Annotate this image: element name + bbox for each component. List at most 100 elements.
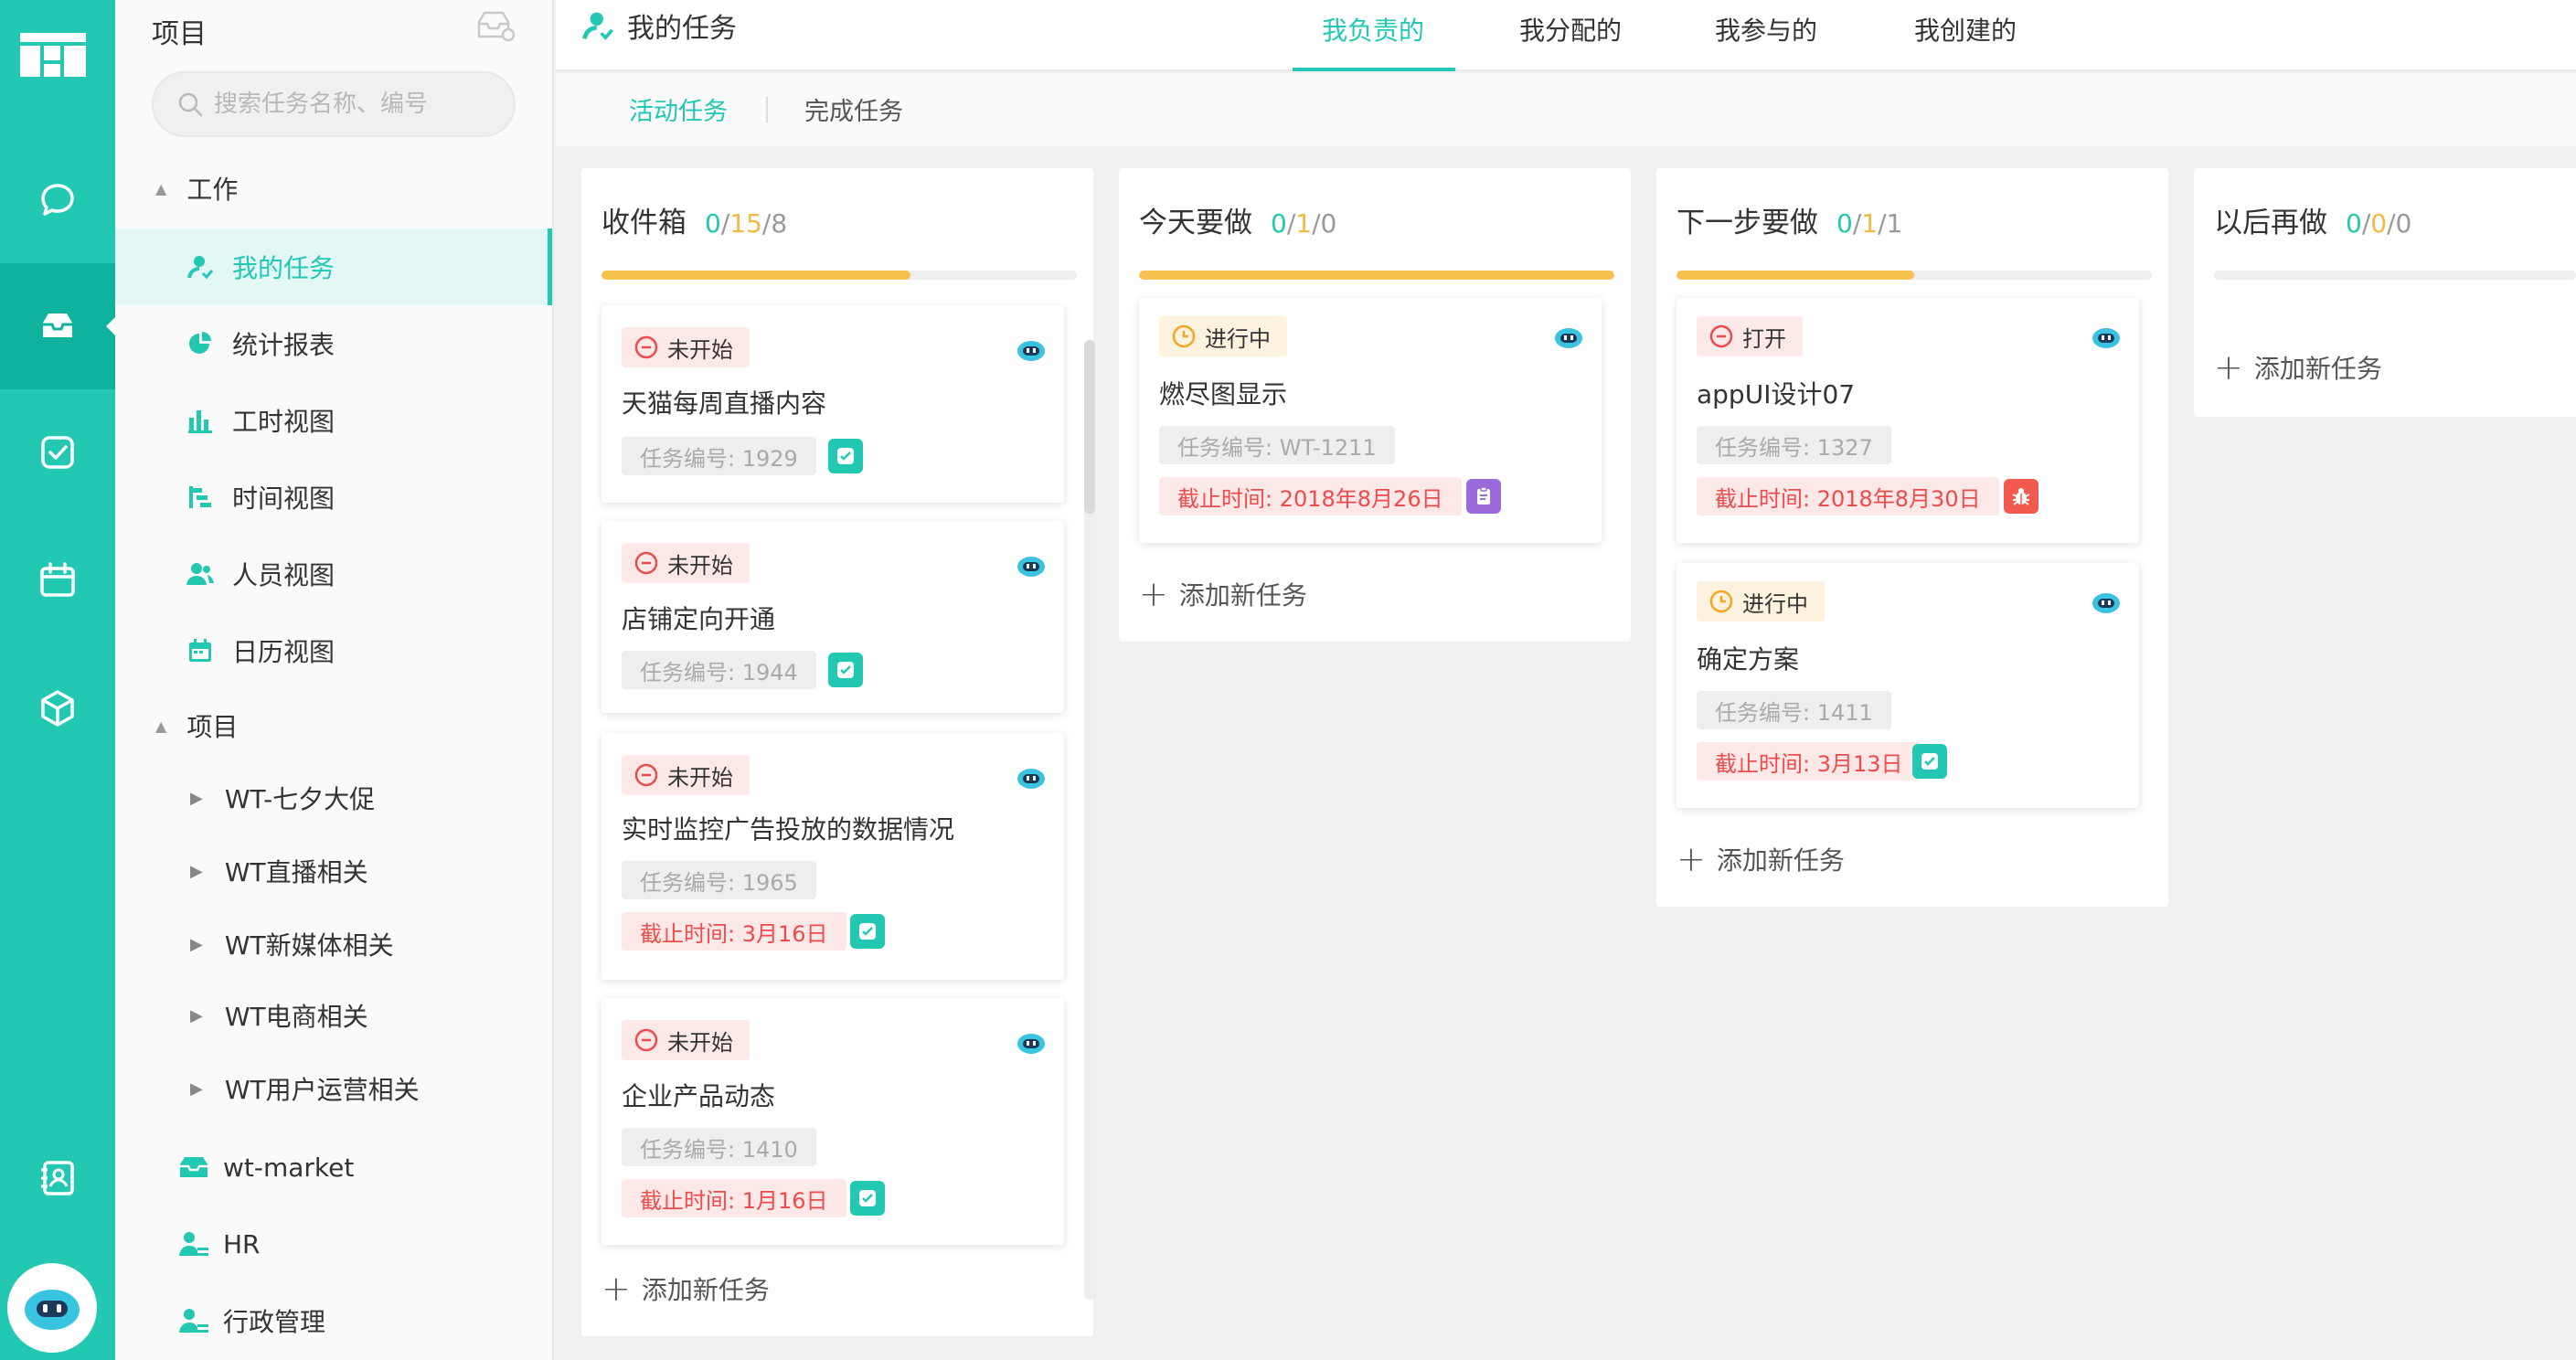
task-due-date: 截止时间: 1月16日 <box>622 1179 846 1217</box>
plus-icon: + <box>1677 839 1706 879</box>
column-progress <box>1677 271 2152 280</box>
plus-icon: + <box>1139 574 1168 614</box>
contacts-icon[interactable] <box>0 1115 115 1241</box>
tab-created[interactable]: 我创建的 <box>1914 11 2017 48</box>
task-card[interactable]: 未开始 实时监控广告投放的数据情况 任务编号: 1965 截止时间: 3月16日 <box>601 733 1064 980</box>
team-icon <box>176 1227 212 1260</box>
project-item[interactable]: ▶ WT新媒体相关 <box>190 925 394 963</box>
sidebar-item-people[interactable]: 人员视图 <box>115 536 552 612</box>
task-title: 燃尽图显示 <box>1159 379 1288 409</box>
project-label: WT用户运营相关 <box>224 1075 420 1105</box>
column-counts: 0/0/0 <box>2346 208 2412 239</box>
sidebar: 项目 ▲ 工作 我的任务 统计报表 工时视图 时间视图 <box>115 0 554 1360</box>
status-text: 未开始 <box>667 336 733 363</box>
add-task-button[interactable]: + 添加新任务 <box>601 1270 770 1307</box>
status-badge[interactable]: 未开始 <box>622 543 750 583</box>
task-card[interactable]: 未开始 店铺定向开通 任务编号: 1944 <box>601 521 1064 713</box>
plus-icon: + <box>601 1269 631 1309</box>
task-card[interactable]: 未开始 企业产品动态 任务编号: 1410 截止时间: 1月16日 <box>601 998 1064 1245</box>
task-code: 任务编号: 1965 <box>622 861 816 899</box>
caret-right-icon: ▶ <box>190 1078 203 1099</box>
task-code: 任务编号: WT-1211 <box>1159 426 1395 464</box>
team-item[interactable]: 行政管理 <box>176 1302 325 1340</box>
project-item[interactable]: ▶ WT直播相关 <box>190 852 368 890</box>
sidebar-item-calendar[interactable]: 日历视图 <box>115 612 552 689</box>
column-progress <box>601 271 1077 280</box>
status-text: 未开始 <box>667 552 733 579</box>
check-icon[interactable] <box>0 389 115 515</box>
sidebar-item-label: 时间视图 <box>232 483 335 514</box>
sidebar-item-label: 人员视图 <box>232 560 335 590</box>
page-title: 我的任务 <box>581 7 737 45</box>
task-card[interactable]: 进行中 燃尽图显示 任务编号: WT-1211 截止时间: 2018年8月26日 <box>1139 298 1602 543</box>
pie-chart-icon <box>185 328 216 359</box>
add-task-button[interactable]: + 添加新任务 <box>2214 349 2382 386</box>
search-input[interactable] <box>214 90 506 118</box>
project-item[interactable]: ▶ WT用户运营相关 <box>190 1069 420 1108</box>
subtab-active-tasks[interactable]: 活动任务 <box>629 91 728 127</box>
logo-icon[interactable] <box>20 33 88 79</box>
column-header: 下一步要做 0/1/1 <box>1677 199 1902 240</box>
chat-icon[interactable] <box>0 137 115 263</box>
plus-icon: + <box>2214 347 2243 388</box>
team-item[interactable]: wt-market <box>176 1148 354 1186</box>
tab-responsible[interactable]: 我负责的 <box>1322 11 1424 48</box>
board-column: 下一步要做 0/1/1 打开 appUI设计07 任务编号: 1327 截止时间… <box>1656 168 2168 907</box>
sidebar-item-worktime[interactable]: 工时视图 <box>115 382 552 459</box>
subtab-divider <box>766 97 768 122</box>
robot-icon <box>1017 341 1045 361</box>
sidebar-item-label: 统计报表 <box>232 330 335 360</box>
status-text: 未开始 <box>667 1029 733 1056</box>
sidebar-item-my-tasks[interactable]: 我的任务 <box>115 228 552 305</box>
sidebar-item-label: 日历视图 <box>232 637 335 667</box>
sidebar-title: 项目 <box>152 18 207 50</box>
project-label: WT新媒体相关 <box>224 930 394 961</box>
caret-right-icon: ▶ <box>190 861 203 881</box>
project-group-header[interactable]: ▲ 项目 <box>155 707 238 744</box>
status-badge[interactable]: 未开始 <box>622 755 750 795</box>
status-badge[interactable]: 打开 <box>1697 316 1803 356</box>
column-header: 以后再做 0/0/0 <box>2214 199 2411 240</box>
caret-right-icon: ▶ <box>190 788 203 808</box>
column-scrollbar-thumb[interactable] <box>1084 340 1095 514</box>
task-card[interactable]: 打开 appUI设计07 任务编号: 1327 截止时间: 2018年8月30日 <box>1677 298 2139 543</box>
robot-icon <box>1017 1034 1045 1054</box>
tab-assigned[interactable]: 我分配的 <box>1519 11 1622 48</box>
task-card[interactable]: 进行中 确定方案 任务编号: 1411 截止时间: 3月13日 <box>1677 563 2139 808</box>
status-badge[interactable]: 未开始 <box>622 1020 750 1060</box>
tab-participating[interactable]: 我参与的 <box>1715 11 1817 48</box>
inbox-settings-icon[interactable] <box>475 7 516 44</box>
team-label: HR <box>223 1228 261 1259</box>
column-counts: 0/1/1 <box>1836 208 1903 239</box>
subtab-completed-tasks[interactable]: 完成任务 <box>804 91 903 127</box>
task-type-icon <box>850 914 885 949</box>
status-badge[interactable]: 进行中 <box>1697 581 1825 622</box>
team-item[interactable]: HR <box>176 1225 261 1263</box>
status-badge[interactable]: 进行中 <box>1159 316 1287 356</box>
robot-icon <box>2092 593 2120 613</box>
sidebar-item-stats[interactable]: 统计报表 <box>115 305 552 382</box>
column-header: 收件箱 0/15/8 <box>601 199 787 240</box>
clock-icon <box>1709 590 1733 613</box>
cube-icon[interactable] <box>0 645 115 771</box>
robot-avatar[interactable] <box>7 1263 97 1353</box>
inbox-icon[interactable] <box>0 263 116 389</box>
work-group-header[interactable]: ▲ 工作 <box>155 170 238 207</box>
add-task-button[interactable]: + 添加新任务 <box>1139 576 1307 612</box>
project-item[interactable]: ▶ WT-七夕大促 <box>190 779 375 817</box>
robot-icon <box>1017 557 1045 577</box>
minus-circle-icon <box>634 1028 658 1052</box>
project-item[interactable]: ▶ WT电商相关 <box>190 996 368 1035</box>
sidebar-item-timeline[interactable]: 时间视图 <box>115 459 552 536</box>
calendar-icon[interactable] <box>0 517 115 643</box>
search-box[interactable] <box>152 71 516 137</box>
bug-icon <box>2004 479 2038 514</box>
status-badge[interactable]: 未开始 <box>622 327 750 367</box>
clipboard-icon <box>1466 479 1501 514</box>
project-label: WT-七夕大促 <box>224 784 376 814</box>
caret-down-icon: ▲ <box>155 179 167 197</box>
sidebar-item-label: 工时视图 <box>232 407 335 437</box>
robot-icon <box>2092 328 2120 348</box>
task-card[interactable]: 未开始 天猫每周直播内容 任务编号: 1929 <box>601 305 1064 503</box>
add-task-button[interactable]: + 添加新任务 <box>1677 841 1845 877</box>
